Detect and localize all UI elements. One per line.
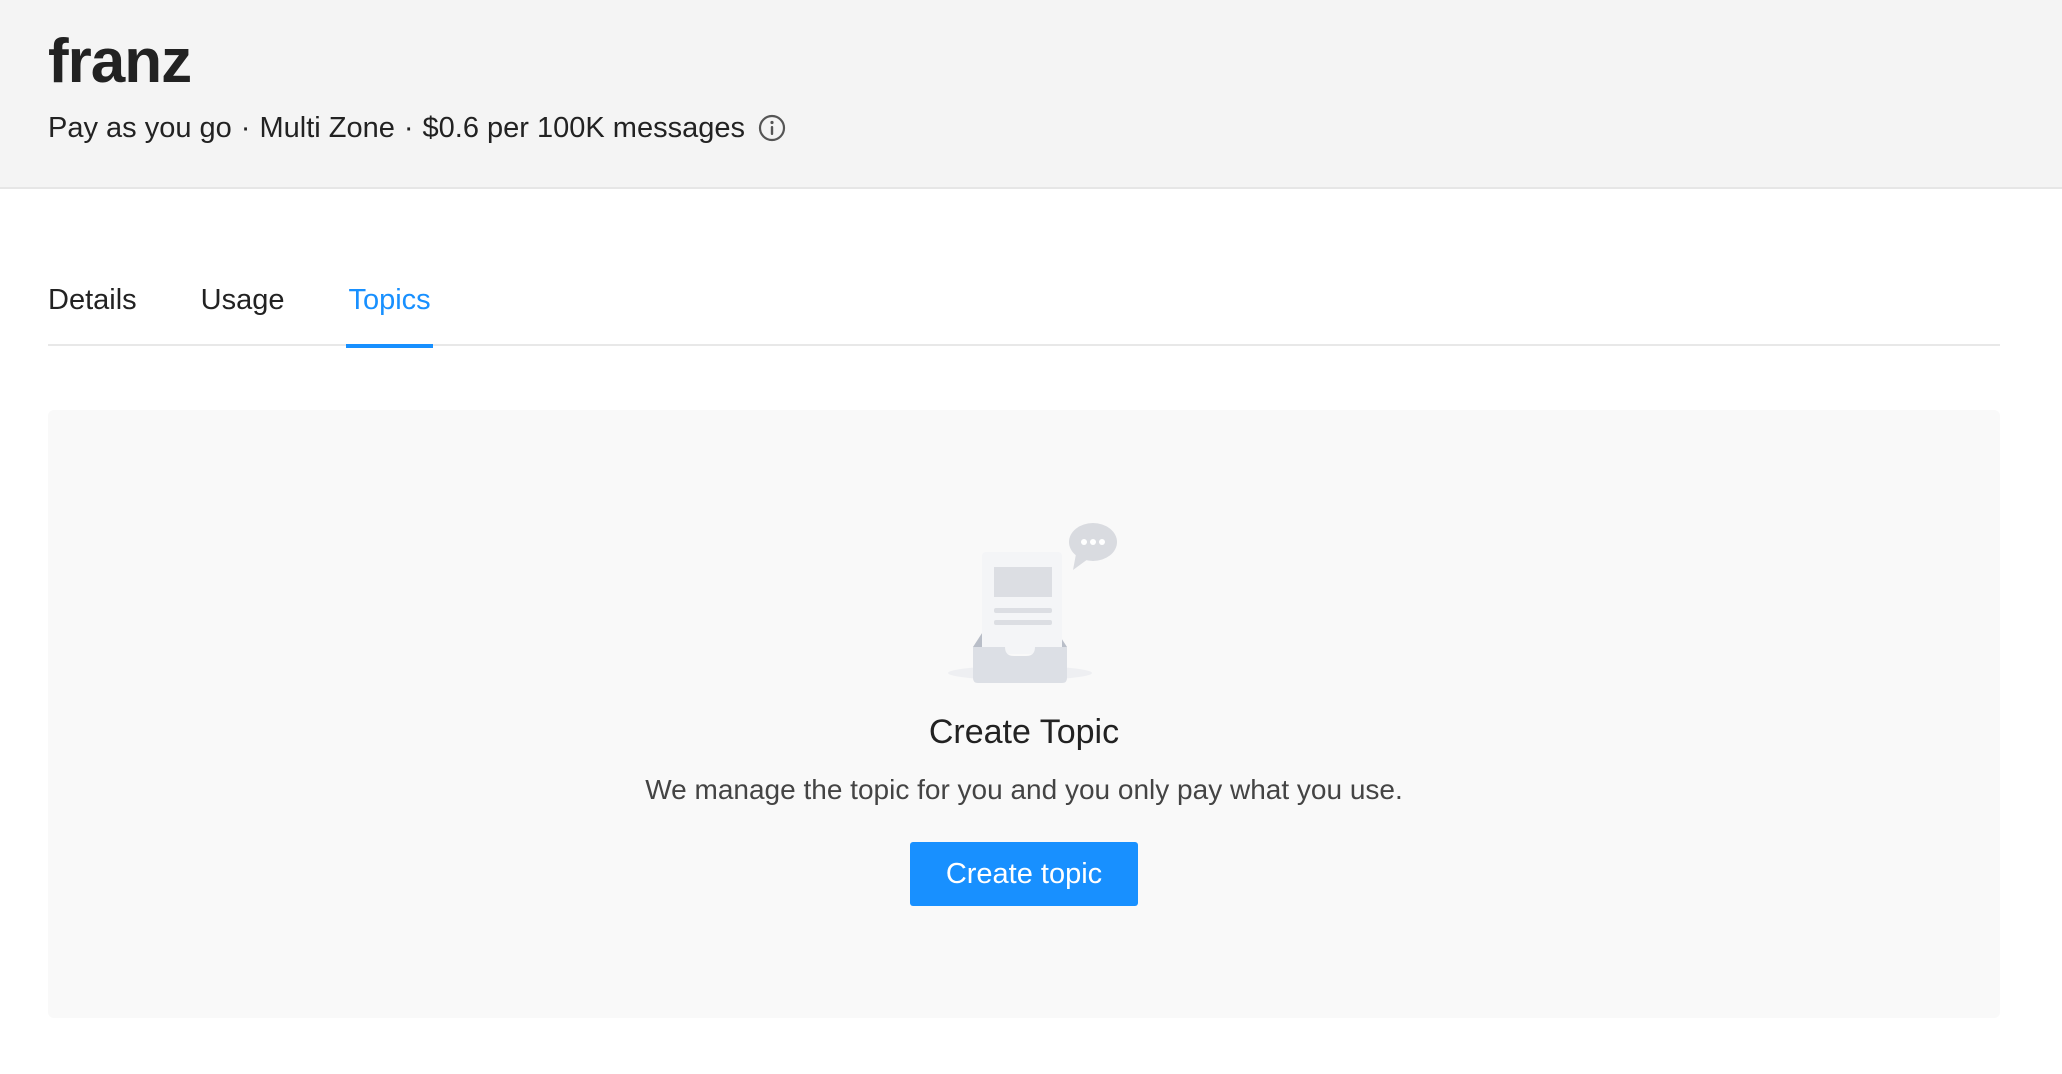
empty-inbox-icon — [948, 510, 1128, 690]
empty-state-card: Create Topic We manage the topic for you… — [48, 410, 2000, 1018]
tab-topics[interactable]: Topics — [346, 262, 433, 348]
separator-dot: · — [403, 111, 414, 144]
pricing: $0.6 per 100K messages — [422, 111, 745, 144]
create-topic-button[interactable]: Create topic — [910, 842, 1138, 906]
cluster-name-title: franz — [48, 27, 192, 96]
tab-bar: Details Usage Topics — [48, 262, 2000, 348]
info-circle-icon[interactable] — [757, 113, 787, 143]
empty-state-title: Create Topic — [928, 713, 1120, 751]
page-header: franz Pay as you go · Multi Zone · $0.6 … — [0, 0, 2062, 189]
plan-summary: Pay as you go · Multi Zone · $0.6 per 10… — [48, 108, 787, 148]
separator-dot: · — [240, 111, 251, 144]
tab-usage[interactable]: Usage — [201, 262, 285, 346]
tab-details[interactable]: Details — [48, 262, 137, 346]
billing-type: Pay as you go — [48, 111, 232, 144]
zone-type: Multi Zone — [259, 111, 395, 144]
empty-state-description: We manage the topic for you and you only… — [645, 774, 1403, 805]
